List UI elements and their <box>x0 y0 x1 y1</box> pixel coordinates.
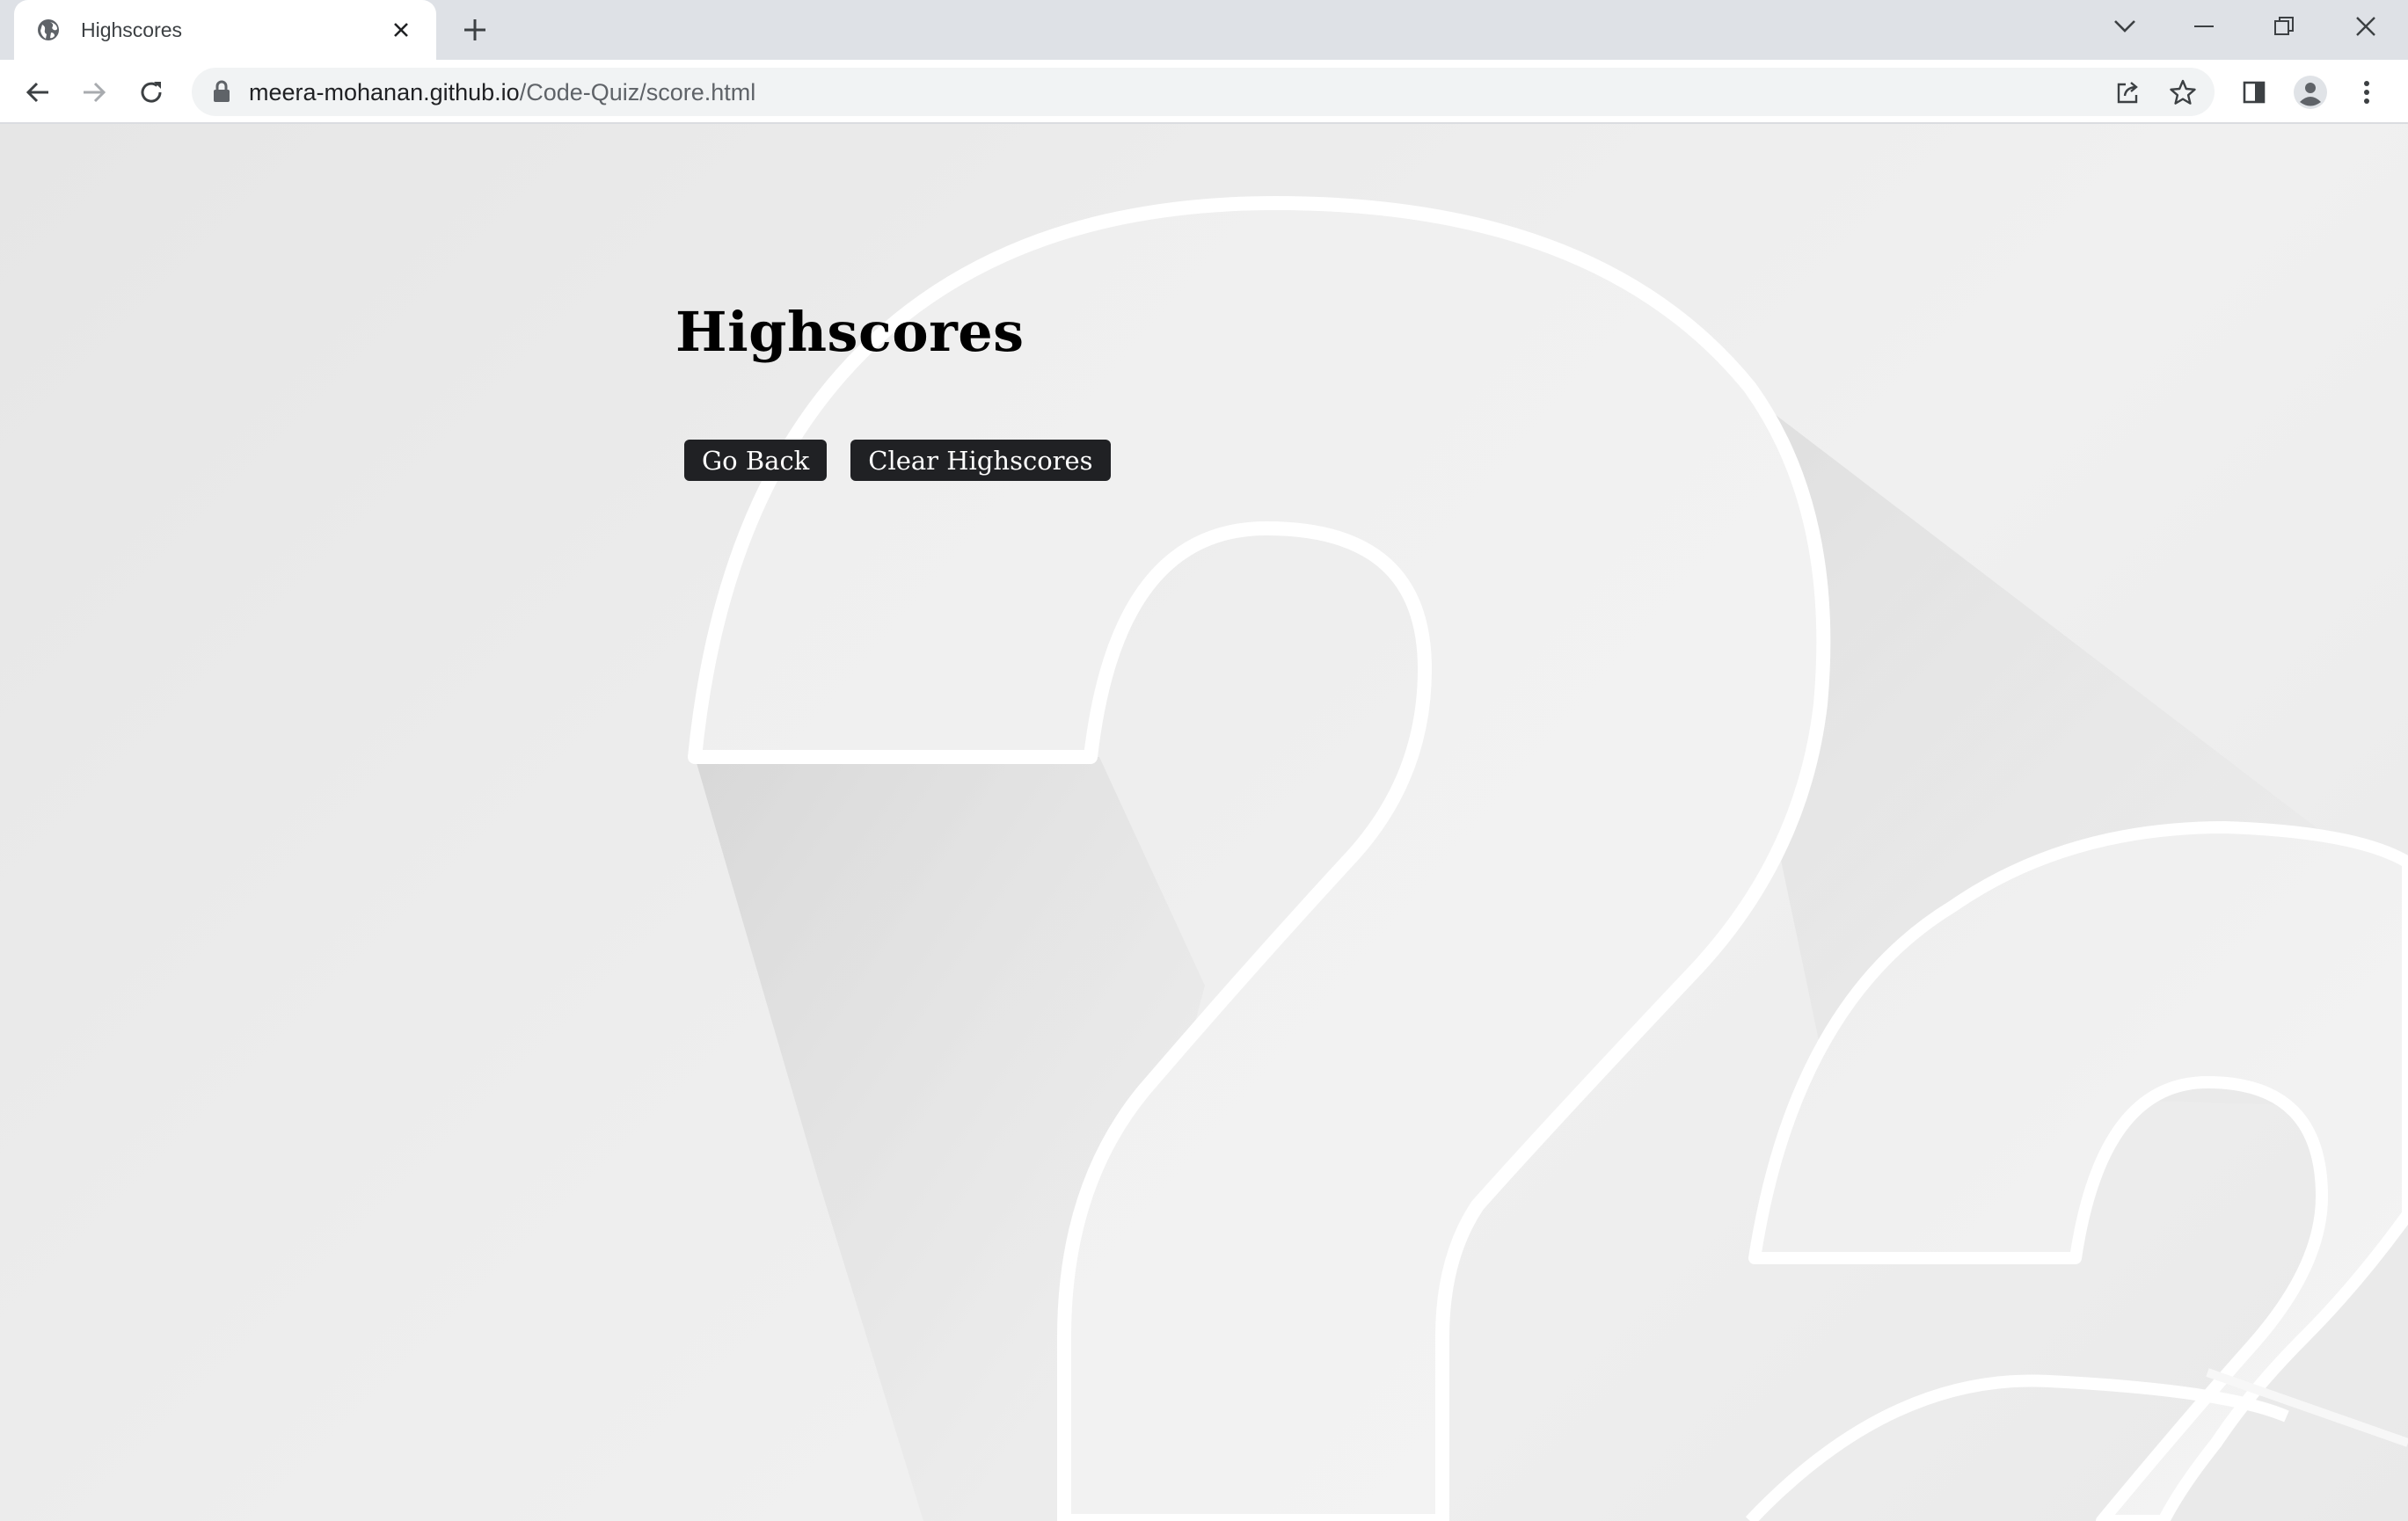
go-back-button[interactable]: Go Back <box>684 440 828 481</box>
forward-arrow-icon[interactable] <box>74 72 114 113</box>
back-arrow-icon[interactable] <box>18 72 58 113</box>
plus-icon[interactable] <box>457 12 493 47</box>
browser-tab[interactable]: Highscores <box>14 0 436 60</box>
lock-icon[interactable] <box>211 80 232 103</box>
tab-title: Highscores <box>81 18 183 41</box>
clear-highscores-button[interactable]: Clear Highscores <box>850 440 1111 481</box>
highscores-section: Highscores Go Back Clear Highscores <box>675 300 1111 481</box>
minimize-icon[interactable] <box>2179 7 2229 46</box>
tab-strip: Highscores <box>0 0 2408 60</box>
reload-icon[interactable] <box>131 72 171 113</box>
url-host: meera-mohanan.github.io <box>249 79 520 106</box>
globe-icon <box>35 17 62 43</box>
button-row: Go Back Clear Highscores <box>684 440 1111 481</box>
page-viewport: Highscores Go Back Clear Highscores <box>0 124 2408 1521</box>
star-icon[interactable] <box>2164 73 2202 112</box>
chevron-down-icon[interactable] <box>2100 7 2149 46</box>
question-mark-background <box>688 196 2408 1521</box>
browser-toolbar: meera-mohanan.github.io/Code-Quiz/score.… <box>0 60 2408 124</box>
page-title: Highscores <box>675 300 1025 364</box>
share-icon[interactable] <box>2108 73 2147 112</box>
profile-icon[interactable] <box>2290 72 2331 113</box>
side-panel-icon[interactable] <box>2234 72 2274 113</box>
close-icon[interactable] <box>387 16 415 44</box>
restore-icon[interactable] <box>2259 7 2309 46</box>
url-path: /Code-Quiz/score.html <box>519 79 756 106</box>
close-window-icon[interactable] <box>2341 7 2390 46</box>
address-bar[interactable]: meera-mohanan.github.io/Code-Quiz/score.… <box>192 68 2215 116</box>
more-vertical-icon[interactable] <box>2346 72 2387 113</box>
url-text[interactable]: meera-mohanan.github.io/Code-Quiz/score.… <box>249 79 755 106</box>
